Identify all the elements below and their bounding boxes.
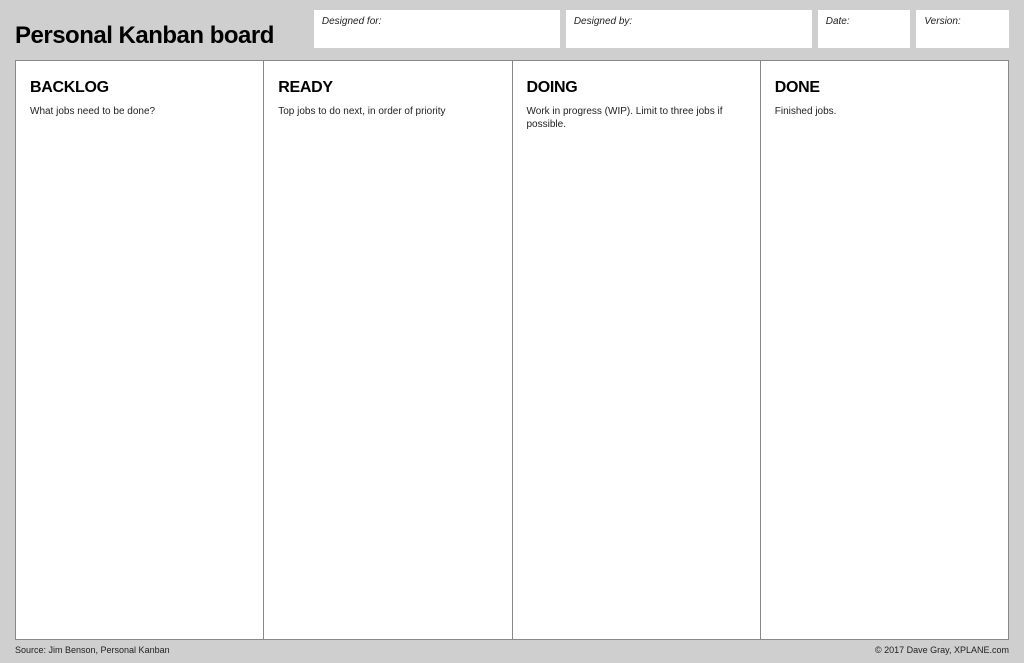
kanban-board: BACKLOG What jobs need to be done? READY… xyxy=(15,60,1009,640)
designed-by-field[interactable]: Designed by: xyxy=(566,10,812,48)
designed-for-label: Designed for: xyxy=(322,16,381,27)
designed-by-label: Designed by: xyxy=(574,16,632,27)
column-title: DONE xyxy=(775,79,994,97)
page-title: Personal Kanban board xyxy=(15,10,304,50)
column-title: READY xyxy=(278,79,497,97)
column-backlog[interactable]: BACKLOG What jobs need to be done? xyxy=(16,61,264,639)
version-field[interactable]: Version: xyxy=(916,10,1009,48)
meta-fields: Designed for: Designed by: Date: Version… xyxy=(314,10,1009,48)
version-label: Version: xyxy=(924,16,960,27)
header: Personal Kanban board Designed for: Desi… xyxy=(15,10,1009,50)
column-desc: Finished jobs. xyxy=(775,105,994,118)
column-title: DOING xyxy=(527,79,746,97)
date-label: Date: xyxy=(826,16,850,27)
copyright-text: © 2017 Dave Gray, XPLANE.com xyxy=(875,645,1009,655)
column-done[interactable]: DONE Finished jobs. xyxy=(761,61,1008,639)
column-desc: What jobs need to be done? xyxy=(30,105,249,118)
date-field[interactable]: Date: xyxy=(818,10,911,48)
column-ready[interactable]: READY Top jobs to do next, in order of p… xyxy=(264,61,512,639)
column-desc: Top jobs to do next, in order of priorit… xyxy=(278,105,497,118)
designed-for-field[interactable]: Designed for: xyxy=(314,10,560,48)
column-desc: Work in progress (WIP). Limit to three j… xyxy=(527,105,746,131)
footer: Source: Jim Benson, Personal Kanban © 20… xyxy=(15,640,1009,655)
source-text: Source: Jim Benson, Personal Kanban xyxy=(15,645,170,655)
column-title: BACKLOG xyxy=(30,79,249,97)
column-doing[interactable]: DOING Work in progress (WIP). Limit to t… xyxy=(513,61,761,639)
